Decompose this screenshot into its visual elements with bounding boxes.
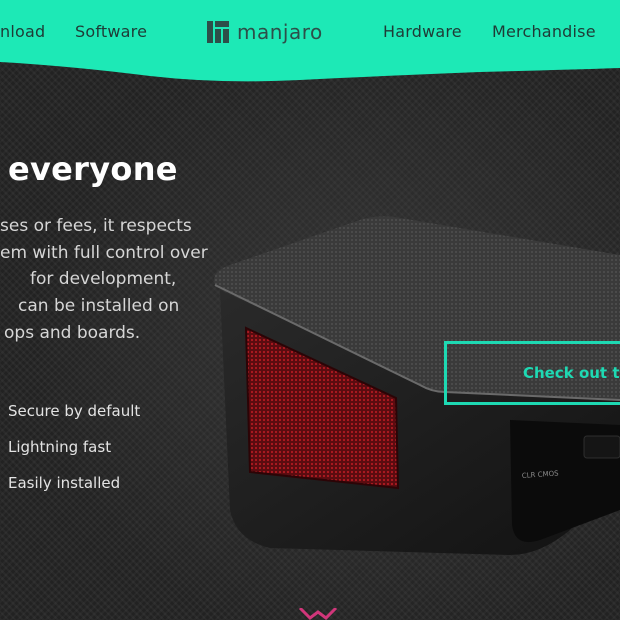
hero-headline: everyone (8, 150, 178, 188)
logo[interactable]: manjaro (207, 20, 323, 44)
nav-download[interactable]: nload (0, 22, 45, 41)
cta-label: Check out th (523, 364, 620, 382)
feature-secure: Secure by default (8, 402, 141, 420)
header-background (0, 0, 620, 82)
check-out-hardware-button[interactable]: Check out th (444, 341, 620, 405)
nav-software[interactable]: Software (75, 22, 147, 41)
nav-hardware[interactable]: Hardware (383, 22, 462, 41)
hero-description-line: can be installed on (18, 296, 180, 316)
feature-installed: Easily installed (8, 474, 121, 492)
logo-text: manjaro (237, 20, 323, 44)
hero-description-line: for development, (30, 269, 177, 289)
hero-description-line: ops and boards. (4, 323, 141, 343)
hero-description-line: ses or fees, it respects (0, 216, 192, 236)
site-header: nload Software manjaro Hardware Merchand… (0, 0, 620, 90)
nav-merchandise[interactable]: Merchandise (492, 22, 596, 41)
feature-fast: Lightning fast (8, 438, 112, 456)
hero-description-line: em with full control over (0, 243, 208, 263)
manjaro-logo-icon (207, 21, 229, 43)
bottom-partial-icon (298, 608, 338, 620)
